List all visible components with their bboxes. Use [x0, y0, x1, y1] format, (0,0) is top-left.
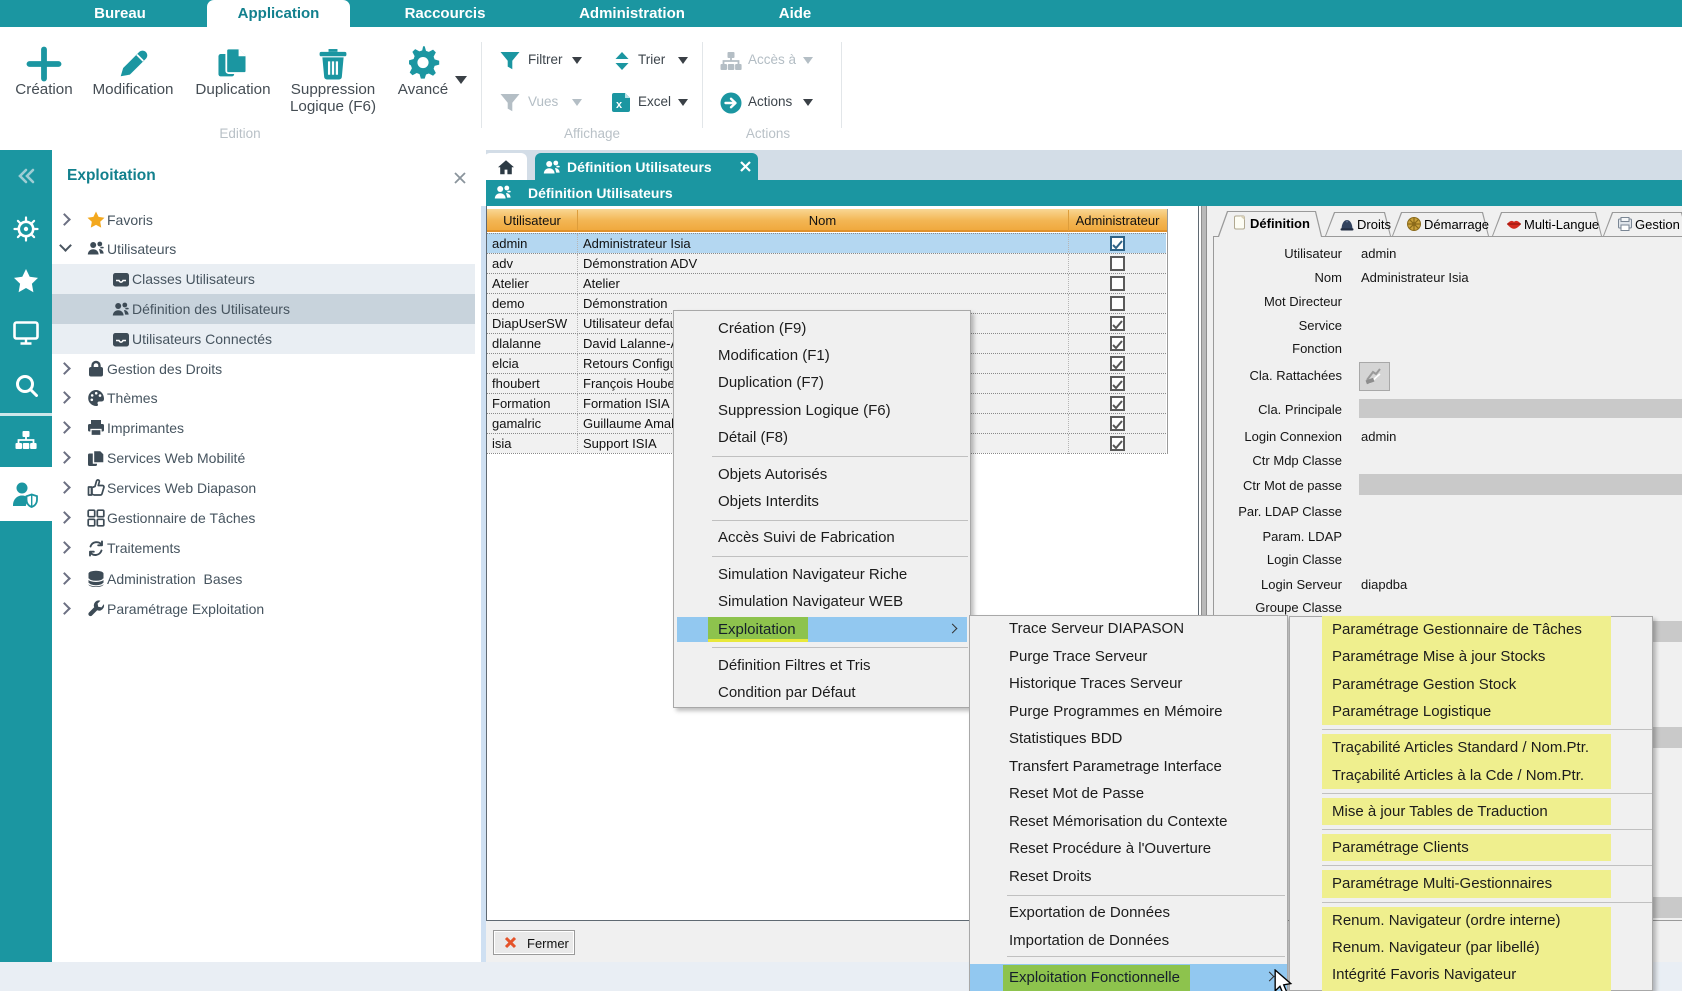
svg-text:x: x: [616, 99, 623, 111]
